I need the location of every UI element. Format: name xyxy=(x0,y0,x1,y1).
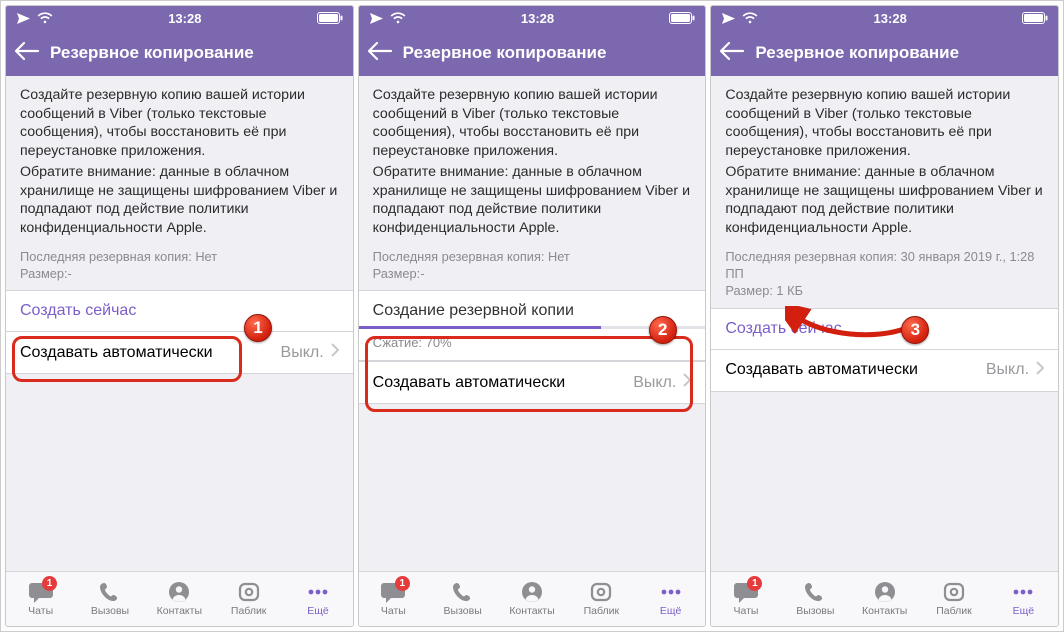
tab-public[interactable]: Паблик xyxy=(214,572,283,626)
chevron-right-icon xyxy=(682,373,691,392)
info-text: Создайте резервную копию вашей истории с… xyxy=(359,76,706,240)
tab-contacts[interactable]: Контакты xyxy=(145,572,214,626)
back-icon[interactable] xyxy=(14,40,40,67)
tab-calls[interactable]: Вызовы xyxy=(75,572,144,626)
create-now-button[interactable]: Создать сейчас xyxy=(711,308,1058,350)
auto-backup-row[interactable]: Создавать автоматически Выкл. xyxy=(711,349,1058,392)
tab-contacts[interactable]: Контакты xyxy=(850,572,919,626)
tab-contacts-label: Контакты xyxy=(509,605,554,617)
airplane-icon xyxy=(16,12,31,25)
auto-backup-row[interactable]: Создавать автоматически Выкл. xyxy=(359,361,706,404)
back-icon[interactable] xyxy=(719,40,745,67)
tab-contacts-label: Контакты xyxy=(157,605,202,617)
tab-more-label: Ещё xyxy=(1013,605,1034,617)
tab-public-label: Паблик xyxy=(584,605,620,617)
backup-progress-sub: Сжатие: 70% xyxy=(359,329,706,360)
wifi-icon xyxy=(37,12,53,24)
battery-icon xyxy=(1022,12,1048,24)
chevron-right-icon xyxy=(330,343,339,362)
tab-bar: 1 Чаты Вызовы Контакты Паблик Ещё xyxy=(6,571,353,626)
app-header: Резервное копирование xyxy=(359,30,706,76)
tab-more[interactable]: Ещё xyxy=(989,572,1058,626)
airplane-icon xyxy=(369,12,384,25)
phone-screen-1: 13:28 Резервное копирование Создайте рез… xyxy=(5,5,354,627)
auto-backup-label: Создавать автоматически xyxy=(20,344,213,362)
status-time: 13:28 xyxy=(168,11,201,26)
tab-chats-label: Чаты xyxy=(734,605,759,617)
phone-screen-3: 13:28 Резервное копирование Создайте рез… xyxy=(710,5,1059,627)
create-now-button[interactable]: Создать сейчас xyxy=(6,290,353,332)
app-header: Резервное копирование xyxy=(711,30,1058,76)
tab-chats[interactable]: 1 Чаты xyxy=(6,572,75,626)
status-bar: 13:28 xyxy=(6,6,353,30)
status-time: 13:28 xyxy=(874,11,907,26)
tab-public[interactable]: Паблик xyxy=(919,572,988,626)
info-text: Создайте резервную копию вашей истории с… xyxy=(6,76,353,240)
auto-backup-row[interactable]: Создавать автоматически Выкл. xyxy=(6,331,353,374)
tab-chats[interactable]: 1 Чаты xyxy=(711,572,780,626)
tab-public[interactable]: Паблик xyxy=(567,572,636,626)
tab-more-label: Ещё xyxy=(660,605,681,617)
chats-badge: 1 xyxy=(42,576,57,591)
chats-badge: 1 xyxy=(747,576,762,591)
auto-backup-label: Создавать автоматически xyxy=(725,361,918,379)
backup-meta: Последняя резервная копия: 30 января 201… xyxy=(711,240,1058,308)
info-text: Создайте резервную копию вашей истории с… xyxy=(711,76,1058,240)
tab-more[interactable]: Ещё xyxy=(636,572,705,626)
phone-screen-2: 13:28 Резервное копирование Создайте рез… xyxy=(358,5,707,627)
tab-bar: 1 Чаты Вызовы Контакты Паблик Ещё xyxy=(359,571,706,626)
wifi-icon xyxy=(390,12,406,24)
tab-chats-label: Чаты xyxy=(28,605,53,617)
status-bar: 13:28 xyxy=(711,6,1058,30)
tab-calls-label: Вызовы xyxy=(91,605,129,617)
page-title: Резервное копирование xyxy=(403,43,607,63)
create-now-label: Создать сейчас xyxy=(725,320,841,338)
tab-public-label: Паблик xyxy=(936,605,972,617)
chats-badge: 1 xyxy=(395,576,410,591)
battery-icon xyxy=(669,12,695,24)
auto-backup-value: Выкл. xyxy=(986,361,1029,379)
airplane-icon xyxy=(721,12,736,25)
tab-calls-label: Вызовы xyxy=(796,605,834,617)
battery-icon xyxy=(317,12,343,24)
auto-backup-value: Выкл. xyxy=(633,374,676,392)
tab-chats[interactable]: 1 Чаты xyxy=(359,572,428,626)
tab-public-label: Паблик xyxy=(231,605,267,617)
backup-progress-title: Создание резервной копии xyxy=(359,291,706,326)
tab-more-label: Ещё xyxy=(307,605,328,617)
tab-calls[interactable]: Вызовы xyxy=(781,572,850,626)
tab-calls[interactable]: Вызовы xyxy=(428,572,497,626)
backup-progress-row: Создание резервной копии Сжатие: 70% xyxy=(359,290,706,361)
tab-bar: 1 Чаты Вызовы Контакты Паблик Ещё xyxy=(711,571,1058,626)
auto-backup-value: Выкл. xyxy=(281,344,324,362)
status-bar: 13:28 xyxy=(359,6,706,30)
app-header: Резервное копирование xyxy=(6,30,353,76)
backup-meta: Последняя резервная копия: Нет Размер:- xyxy=(359,240,706,291)
chevron-right-icon xyxy=(1035,361,1044,380)
tab-contacts-label: Контакты xyxy=(862,605,907,617)
tab-contacts[interactable]: Контакты xyxy=(497,572,566,626)
wifi-icon xyxy=(742,12,758,24)
back-icon[interactable] xyxy=(367,40,393,67)
status-time: 13:28 xyxy=(521,11,554,26)
page-title: Резервное копирование xyxy=(755,43,959,63)
tab-calls-label: Вызовы xyxy=(444,605,482,617)
backup-meta: Последняя резервная копия: Нет Размер:- xyxy=(6,240,353,291)
auto-backup-label: Создавать автоматически xyxy=(373,374,566,392)
tab-more[interactable]: Ещё xyxy=(283,572,352,626)
tab-chats-label: Чаты xyxy=(381,605,406,617)
create-now-label: Создать сейчас xyxy=(20,302,136,320)
progress-bar xyxy=(359,326,706,329)
page-title: Резервное копирование xyxy=(50,43,254,63)
